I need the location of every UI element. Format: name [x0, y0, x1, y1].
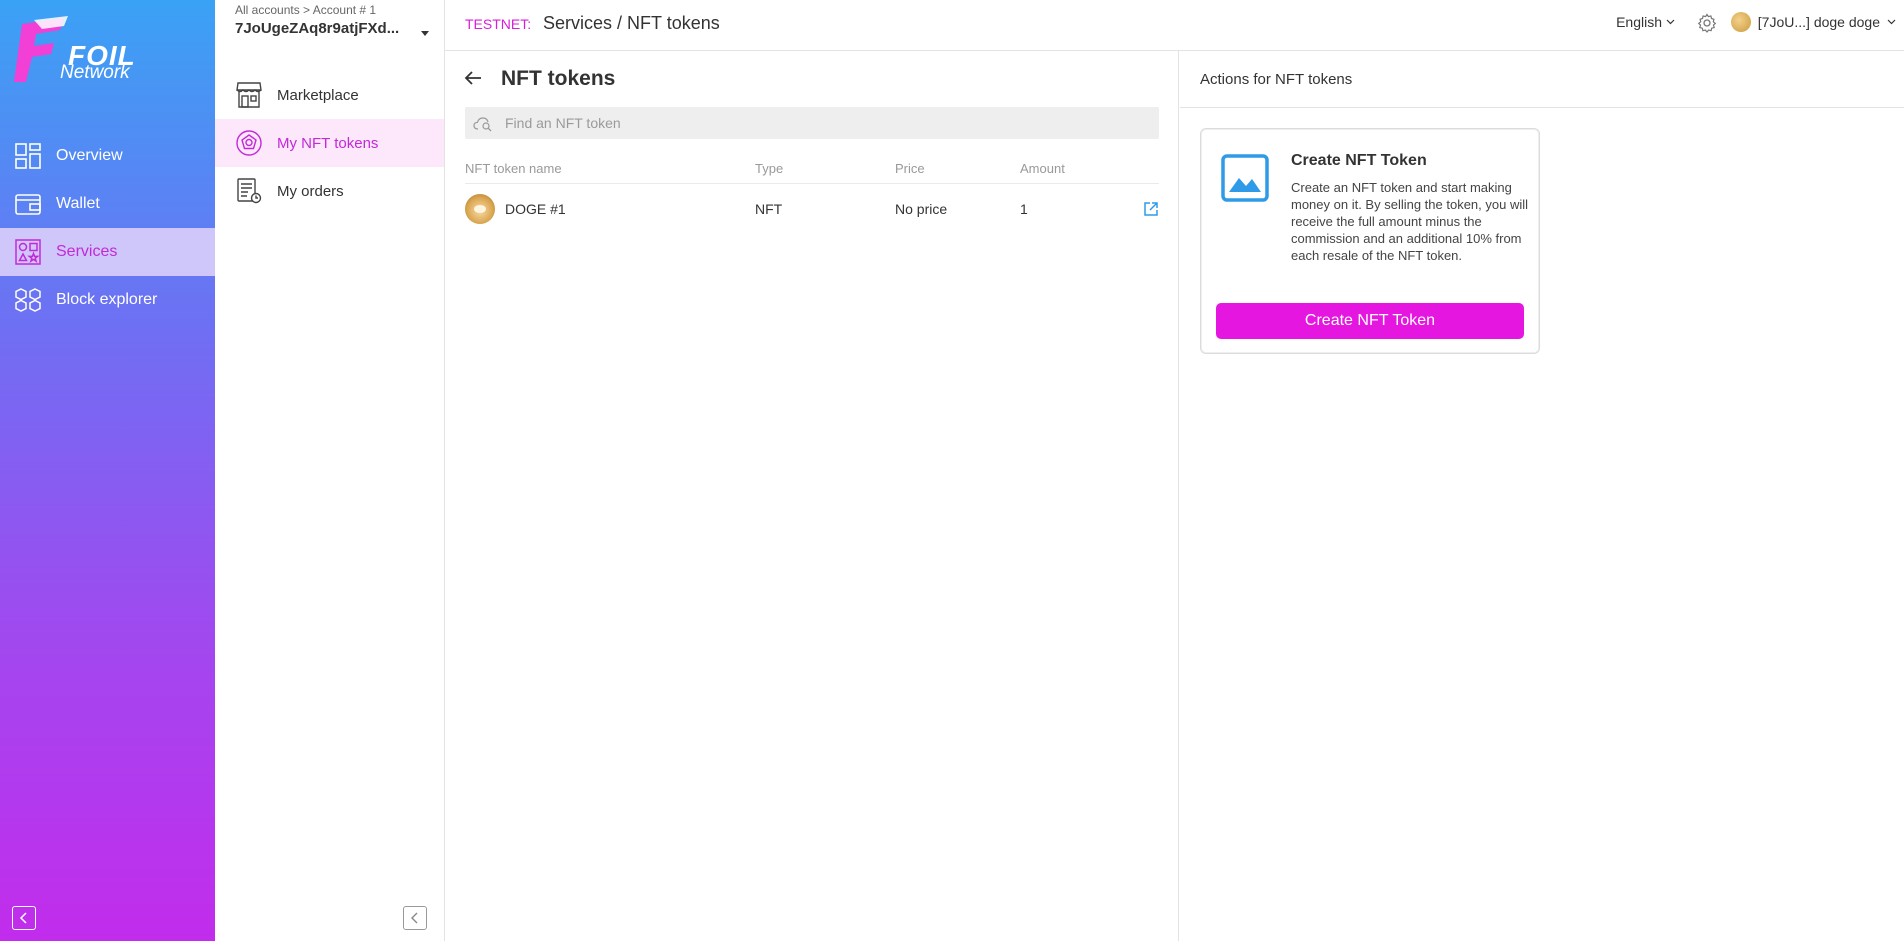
table-header: NFT token name Type Price Amount [465, 154, 1159, 184]
foil-logo[interactable]: FOIL Network [14, 16, 135, 86]
actions-panel: Actions for NFT tokens Create NFT Token … [1180, 51, 1904, 941]
sidebar-item-my-orders[interactable]: My orders [215, 167, 444, 215]
nav-item-label: Services [56, 243, 118, 260]
gear-icon[interactable] [1697, 13, 1717, 33]
block-explorer-cubes-icon [14, 286, 42, 314]
table-row[interactable]: DOGE #1 NFT No price 1 [465, 184, 1159, 234]
main-nav: Overview Wallet Services Block explorer [0, 132, 215, 324]
user-label: [7JoU...] doge doge [1757, 14, 1880, 30]
language-selector[interactable]: English [1616, 14, 1675, 30]
chevron-left-icon [19, 912, 27, 924]
account-address[interactable]: 7JoUgeZAq8r9atjFXd... [235, 20, 399, 37]
services-icon [14, 238, 42, 266]
back-arrow-icon[interactable] [463, 68, 483, 88]
caret-down-icon[interactable] [418, 28, 432, 38]
marketplace-store-icon [235, 81, 263, 109]
sidebar-item-label: Marketplace [277, 86, 359, 104]
chevron-down-icon [1887, 19, 1896, 25]
nft-name-cell: DOGE #1 [465, 194, 755, 224]
nav-item-block-explorer[interactable]: Block explorer [0, 276, 215, 324]
create-nft-token-button[interactable]: Create NFT Token [1216, 303, 1524, 339]
page-title: NFT tokens [501, 67, 616, 90]
nav-item-label: Wallet [56, 195, 100, 212]
nft-avatar [465, 194, 495, 224]
column-header-type[interactable]: Type [755, 161, 895, 176]
sidebar-item-label: My NFT tokens [277, 134, 379, 152]
app-root: FOIL Network Overview Wallet Services Bl… [0, 0, 1904, 941]
chevron-down-icon [1666, 19, 1675, 25]
nft-amount: 1 [1020, 201, 1028, 217]
nft-name: DOGE #1 [505, 201, 566, 217]
column-header-name[interactable]: NFT token name [465, 161, 755, 176]
wallet-icon [14, 190, 42, 218]
account-breadcrumb[interactable]: All accounts > Account # 1 [235, 3, 376, 17]
nft-tokens-content: NFT tokens NFT token name Type Price Amo… [445, 51, 1179, 941]
nav-item-wallet[interactable]: Wallet [0, 180, 215, 228]
collapse-sidebar-button[interactable] [12, 906, 36, 930]
page-breadcrumb: Services / NFT tokens [543, 13, 720, 33]
nft-token-icon [235, 129, 263, 157]
user-menu[interactable]: [7JoU...] doge doge [1730, 12, 1896, 32]
sidebar-item-marketplace[interactable]: Marketplace [215, 71, 444, 119]
main-sidebar: FOIL Network Overview Wallet Services Bl… [0, 0, 215, 941]
cloud-search-icon [473, 117, 492, 132]
orders-list-icon [235, 177, 263, 205]
chevron-left-icon [411, 912, 418, 924]
card-description: Create an NFT token and start making mon… [1291, 180, 1529, 263]
overview-grid-icon [14, 142, 42, 170]
nft-tokens-table: NFT token name Type Price Amount DOGE #1… [465, 154, 1159, 234]
avatar [1730, 12, 1751, 32]
nft-price: No price [895, 201, 948, 217]
nav-item-services[interactable]: Services [0, 228, 215, 276]
collapse-services-sidebar-button[interactable] [403, 906, 427, 930]
language-label: English [1616, 14, 1662, 30]
top-bar: TESTNET: Services / NFT tokens English [… [445, 0, 1904, 51]
image-icon [1221, 154, 1269, 202]
nav-item-label: Block explorer [56, 291, 158, 308]
column-header-price[interactable]: Price [895, 161, 1020, 176]
search-input[interactable] [505, 111, 1145, 135]
nft-type: NFT [755, 201, 783, 217]
network-label: TESTNET: [465, 16, 532, 32]
nav-item-label: Overview [56, 147, 123, 164]
sidebar-item-my-nft-tokens[interactable]: My NFT tokens [215, 119, 444, 167]
actions-panel-header: Actions for NFT tokens [1180, 51, 1904, 108]
logo-subtext: Network [60, 62, 130, 83]
services-sidebar: All accounts > Account # 1 7JoUgeZAq8r9a… [215, 0, 445, 941]
create-nft-card: Create NFT Token Create an NFT token and… [1200, 128, 1540, 354]
external-link-icon[interactable] [1143, 201, 1159, 217]
card-title: Create NFT Token [1291, 152, 1427, 169]
column-header-amount[interactable]: Amount [1020, 161, 1130, 176]
nav-item-overview[interactable]: Overview [0, 132, 215, 180]
sidebar-item-label: My orders [277, 182, 344, 200]
services-nav: Marketplace My NFT tokens My orders [215, 71, 444, 215]
